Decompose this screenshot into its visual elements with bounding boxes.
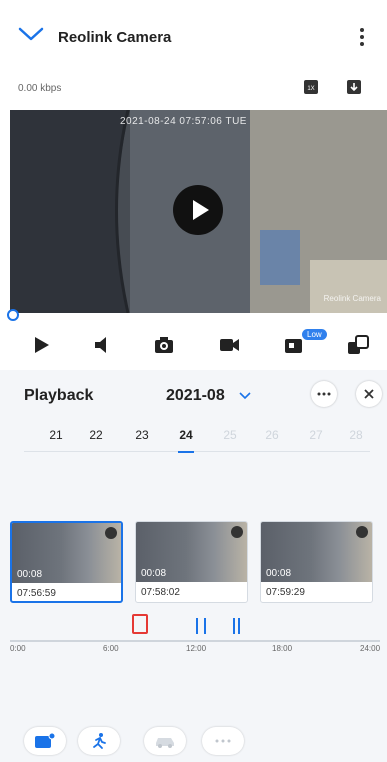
- osd-timestamp: 2021-08-24 07:57:06 TUE: [120, 116, 247, 127]
- multi-view-icon[interactable]: [346, 333, 370, 357]
- speaker-icon[interactable]: [91, 333, 115, 357]
- snapshot-camera-icon[interactable]: [152, 333, 176, 357]
- month-selector[interactable]: 2021-08: [166, 387, 225, 405]
- clip-type-icon: [105, 527, 117, 539]
- selected-day-indicator: [178, 451, 194, 453]
- timeline-tick-label: 6:00: [103, 644, 119, 653]
- more-options-icon[interactable]: [356, 26, 368, 48]
- bitrate-readout: 0.00 kbps: [18, 83, 62, 94]
- play-button[interactable]: [173, 185, 223, 235]
- video-event-icon: [35, 732, 56, 748]
- day-item-selected[interactable]: 24: [172, 428, 200, 442]
- timeline-track[interactable]: [10, 640, 380, 642]
- player-controls: [0, 320, 387, 370]
- timeline-tick-label: 18:00: [272, 644, 293, 653]
- event-marker[interactable]: [233, 618, 235, 634]
- day-item[interactable]: 22: [82, 428, 110, 442]
- play-icon[interactable]: [29, 333, 53, 357]
- day-item: 28: [349, 428, 363, 442]
- clip-duration: 00:08: [266, 568, 292, 579]
- more-horizontal-icon: [215, 739, 231, 743]
- svg-text:1X: 1X: [307, 86, 314, 92]
- day-item: 25: [223, 428, 237, 442]
- event-marker[interactable]: [196, 618, 198, 634]
- filter-all-events[interactable]: [24, 727, 66, 755]
- timeline-tick-label: 12:00: [186, 644, 207, 653]
- day-item: 26: [265, 428, 279, 442]
- clip-time: 07:58:02: [141, 587, 180, 598]
- clip-duration: 00:08: [17, 569, 43, 580]
- timeline-tick-label: 24:00: [360, 644, 381, 653]
- clip-time: 07:56:59: [17, 588, 56, 599]
- quality-badge: Low: [302, 329, 327, 340]
- more-horizontal-icon: [317, 392, 331, 396]
- clip-thumbnail[interactable]: 00:08 07:58:02: [135, 521, 248, 603]
- event-marker[interactable]: [204, 618, 206, 634]
- day-item[interactable]: 23: [128, 428, 156, 442]
- close-button[interactable]: [356, 381, 382, 407]
- car-icon: [156, 738, 174, 748]
- record-video-icon[interactable]: [217, 333, 241, 357]
- clip-type-icon: [231, 526, 243, 538]
- osd-camera-name: Reolink Camera: [323, 294, 381, 303]
- clip-thumbnail[interactable]: 00:08 07:56:59: [10, 521, 123, 603]
- clip-thumbnail[interactable]: 00:08 07:59:29: [260, 521, 373, 603]
- clip-time: 07:59:29: [266, 587, 305, 598]
- more-options-button[interactable]: [311, 381, 337, 407]
- filter-person[interactable]: [78, 727, 120, 755]
- chevron-down-icon[interactable]: [238, 391, 252, 401]
- timeline-tick-label: 0:00: [10, 644, 26, 653]
- close-icon: [364, 389, 374, 399]
- clip-duration: 00:08: [141, 568, 167, 579]
- day-item: 27: [309, 428, 323, 442]
- day-item[interactable]: 21: [42, 428, 70, 442]
- app-title: Reolink Camera: [58, 29, 172, 46]
- timeline-position-marker[interactable]: [132, 614, 148, 634]
- clip-type-icon: [356, 526, 368, 538]
- filter-vehicle[interactable]: [144, 727, 186, 755]
- filter-more[interactable]: [202, 727, 244, 755]
- speed-1x-icon[interactable]: 1X: [303, 79, 319, 95]
- running-person-icon: [93, 733, 106, 749]
- collapse-chevron-icon[interactable]: [18, 26, 44, 42]
- play-icon: [193, 200, 209, 220]
- event-marker[interactable]: [238, 618, 240, 634]
- playback-title: Playback: [24, 387, 94, 404]
- day-strip: 21 22 23 24 25 26 27 28: [24, 428, 370, 452]
- event-filters: [24, 727, 244, 755]
- download-icon[interactable]: [346, 79, 362, 95]
- video-player[interactable]: 2021-08-24 07:57:06 TUE Reolink Camera: [10, 110, 387, 313]
